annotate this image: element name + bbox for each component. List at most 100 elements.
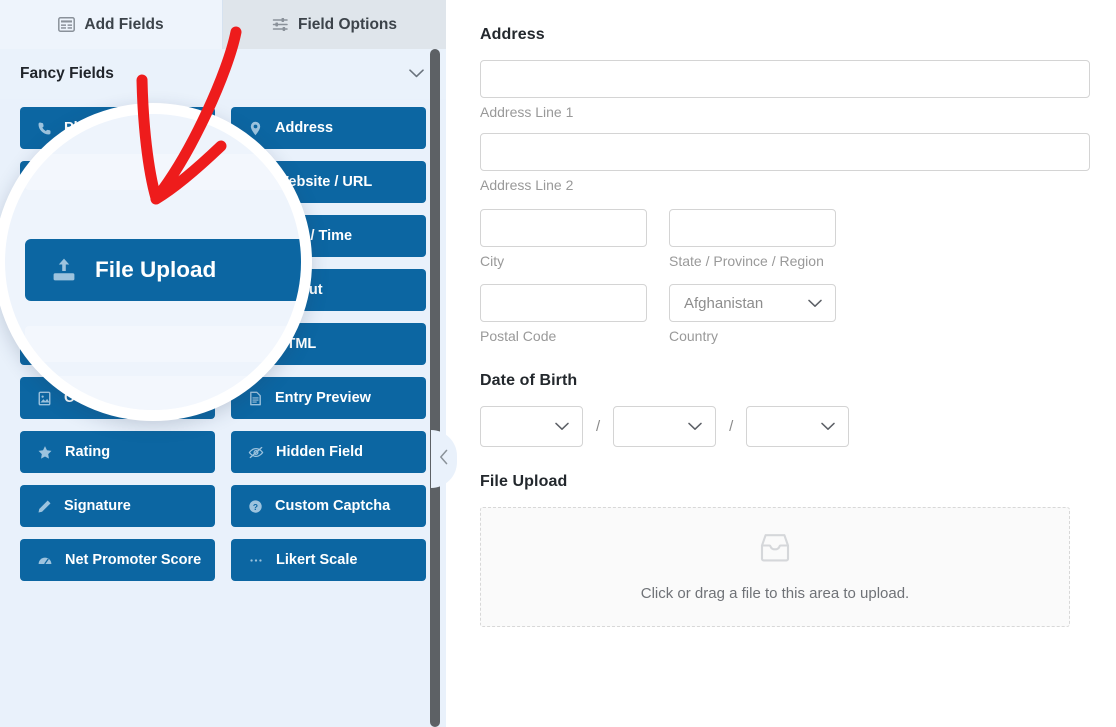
field-preview-address[interactable]: Address Address Line 1 Address Line 2 Ci…: [480, 26, 1090, 346]
field-button-custom-captcha[interactable]: ? Custom Captcha: [231, 485, 426, 527]
eye-slash-icon: [248, 445, 264, 460]
date-of-birth-row: / /: [480, 405, 1090, 447]
gauge-icon: [37, 553, 53, 568]
content-icon: [37, 391, 52, 406]
country-select-value: Afghanistan: [684, 294, 764, 312]
file-upload-dropzone[interactable]: Click or drag a file to this area to upl…: [480, 506, 1070, 627]
document-icon: [248, 391, 263, 406]
address-city-group: City: [480, 208, 647, 270]
field-button-label: Custom Captcha: [275, 498, 391, 514]
field-button-content[interactable]: Content: [20, 377, 215, 419]
form-preview-panel: Address Address Line 1 Address Line 2 Ci…: [446, 0, 1116, 727]
field-button-hidden-field[interactable]: Hidden Field: [231, 431, 426, 473]
field-button-label: Likert Scale: [276, 552, 358, 568]
field-preview-date-of-birth[interactable]: Date of Birth / /: [480, 372, 1090, 447]
question-circle-icon: ?: [248, 499, 263, 514]
country-sublabel: Country: [669, 328, 719, 345]
address-line-2-sublabel: Address Line 2: [480, 177, 574, 194]
file-upload-dropzone-text: Click or drag a file to this area to upl…: [640, 584, 910, 602]
field-button-address[interactable]: Address: [231, 107, 426, 149]
pencil-icon: [37, 499, 52, 514]
dob-month-select[interactable]: [480, 405, 583, 447]
field-button-label: Phone: [64, 120, 109, 136]
code-icon: [248, 337, 264, 352]
address-city-state-row: City State / Province / Region: [480, 208, 1090, 270]
chevron-down-icon: [808, 299, 822, 308]
sliders-icon: [272, 17, 289, 32]
sidebar-scrollbar-thumb[interactable]: [430, 49, 440, 727]
sidebar-tabbar: Add Fields Field Options: [0, 0, 446, 49]
city-sublabel: City: [480, 252, 505, 269]
section-title: Fancy Fields: [20, 65, 114, 82]
field-button-net-promoter-score[interactable]: Net Promoter Score: [20, 539, 215, 581]
upload-icon: [51, 257, 77, 283]
section-header-fancy-fields[interactable]: Fancy Fields: [0, 49, 446, 99]
state-input[interactable]: [669, 208, 836, 247]
field-button-website-url[interactable]: Website / URL: [231, 161, 426, 203]
inbox-tray-icon: [758, 532, 792, 569]
address-field-label: Address: [480, 26, 545, 43]
field-button-rating[interactable]: Rating: [20, 431, 215, 473]
tab-field-options-label: Field Options: [297, 15, 398, 33]
star-icon: [37, 445, 53, 460]
state-sublabel: State / Province / Region: [669, 252, 824, 269]
address-line-1-sublabel: Address Line 1: [480, 104, 574, 120]
sidebar-scrollbar[interactable]: [430, 49, 440, 727]
dob-separator: /: [596, 417, 601, 435]
magnified-file-upload-button[interactable]: File Upload: [25, 239, 301, 301]
field-button-file-upload[interactable]: File Upload: [20, 161, 215, 203]
divider-icon: [37, 337, 52, 352]
address-line-2-input[interactable]: [480, 133, 1090, 172]
link-icon: [248, 175, 263, 190]
form-builder-app: Add Fields Field Options Fancy Fields Ph…: [0, 0, 1116, 727]
address-postal-country-row: Postal Code Afghanistan Country: [480, 284, 1090, 345]
dob-year-select[interactable]: [746, 405, 850, 447]
phone-icon: [37, 121, 52, 136]
dots-icon: [248, 553, 264, 568]
field-button-html[interactable]: HTML: [231, 323, 426, 365]
chevron-down-icon: [555, 422, 569, 431]
field-button-phone[interactable]: Phone: [20, 107, 215, 149]
svg-text:?: ?: [253, 501, 258, 511]
field-button-entry-preview[interactable]: Entry Preview: [231, 377, 426, 419]
field-button-label: Entry Preview: [275, 390, 371, 406]
postal-code-input[interactable]: [480, 284, 647, 323]
field-button-label: File Upload: [64, 174, 143, 190]
field-button-label: Rating: [65, 444, 111, 460]
address-icon: [248, 121, 263, 136]
fields-sidebar: Add Fields Field Options Fancy Fields Ph…: [0, 0, 446, 727]
postal-code-sublabel: Postal Code: [480, 328, 557, 345]
form-fields-icon: [58, 17, 76, 32]
field-button-label: Address: [275, 120, 334, 136]
tab-add-fields[interactable]: Add Fields: [0, 0, 223, 49]
file-upload-field-label: File Upload: [480, 472, 568, 490]
country-select[interactable]: Afghanistan: [669, 284, 836, 323]
tab-add-fields-label: Add Fields: [84, 15, 164, 33]
field-button-label: Net Promoter Score: [65, 552, 202, 568]
tab-field-options[interactable]: Field Options: [223, 0, 446, 49]
field-button-label: Hidden Field: [276, 444, 363, 460]
field-button-label: Section Divider: [64, 336, 170, 352]
field-button-label: HTML: [276, 336, 317, 352]
chevron-left-icon: [439, 449, 449, 470]
dob-day-select[interactable]: [613, 405, 717, 447]
address-line-1-input[interactable]: [480, 60, 1090, 98]
city-input[interactable]: [480, 208, 647, 247]
field-button-label: Content: [64, 390, 119, 406]
address-postal-group: Postal Code: [480, 284, 647, 345]
field-preview-file-upload[interactable]: File Upload Click or drag a file to this…: [480, 473, 1090, 627]
date-of-birth-field-label: Date of Birth: [480, 371, 578, 389]
address-state-group: State / Province / Region: [669, 208, 836, 270]
chevron-down-icon: [821, 422, 836, 431]
dob-separator: /: [729, 417, 734, 435]
address-country-group: Afghanistan Country: [669, 284, 836, 345]
field-button-label: Website / URL: [275, 174, 373, 190]
field-button-grid: Phone Address File Upload Website / URL …: [0, 99, 446, 595]
chevron-down-icon: [688, 422, 702, 431]
field-button-section-divider[interactable]: Section Divider: [20, 323, 215, 365]
field-button-signature[interactable]: Signature: [20, 485, 215, 527]
magnified-file-upload-label: File Upload: [95, 257, 217, 282]
upload-icon: [37, 175, 52, 190]
field-button-likert-scale[interactable]: Likert Scale: [231, 539, 426, 581]
chevron-down-icon[interactable]: [409, 65, 424, 83]
